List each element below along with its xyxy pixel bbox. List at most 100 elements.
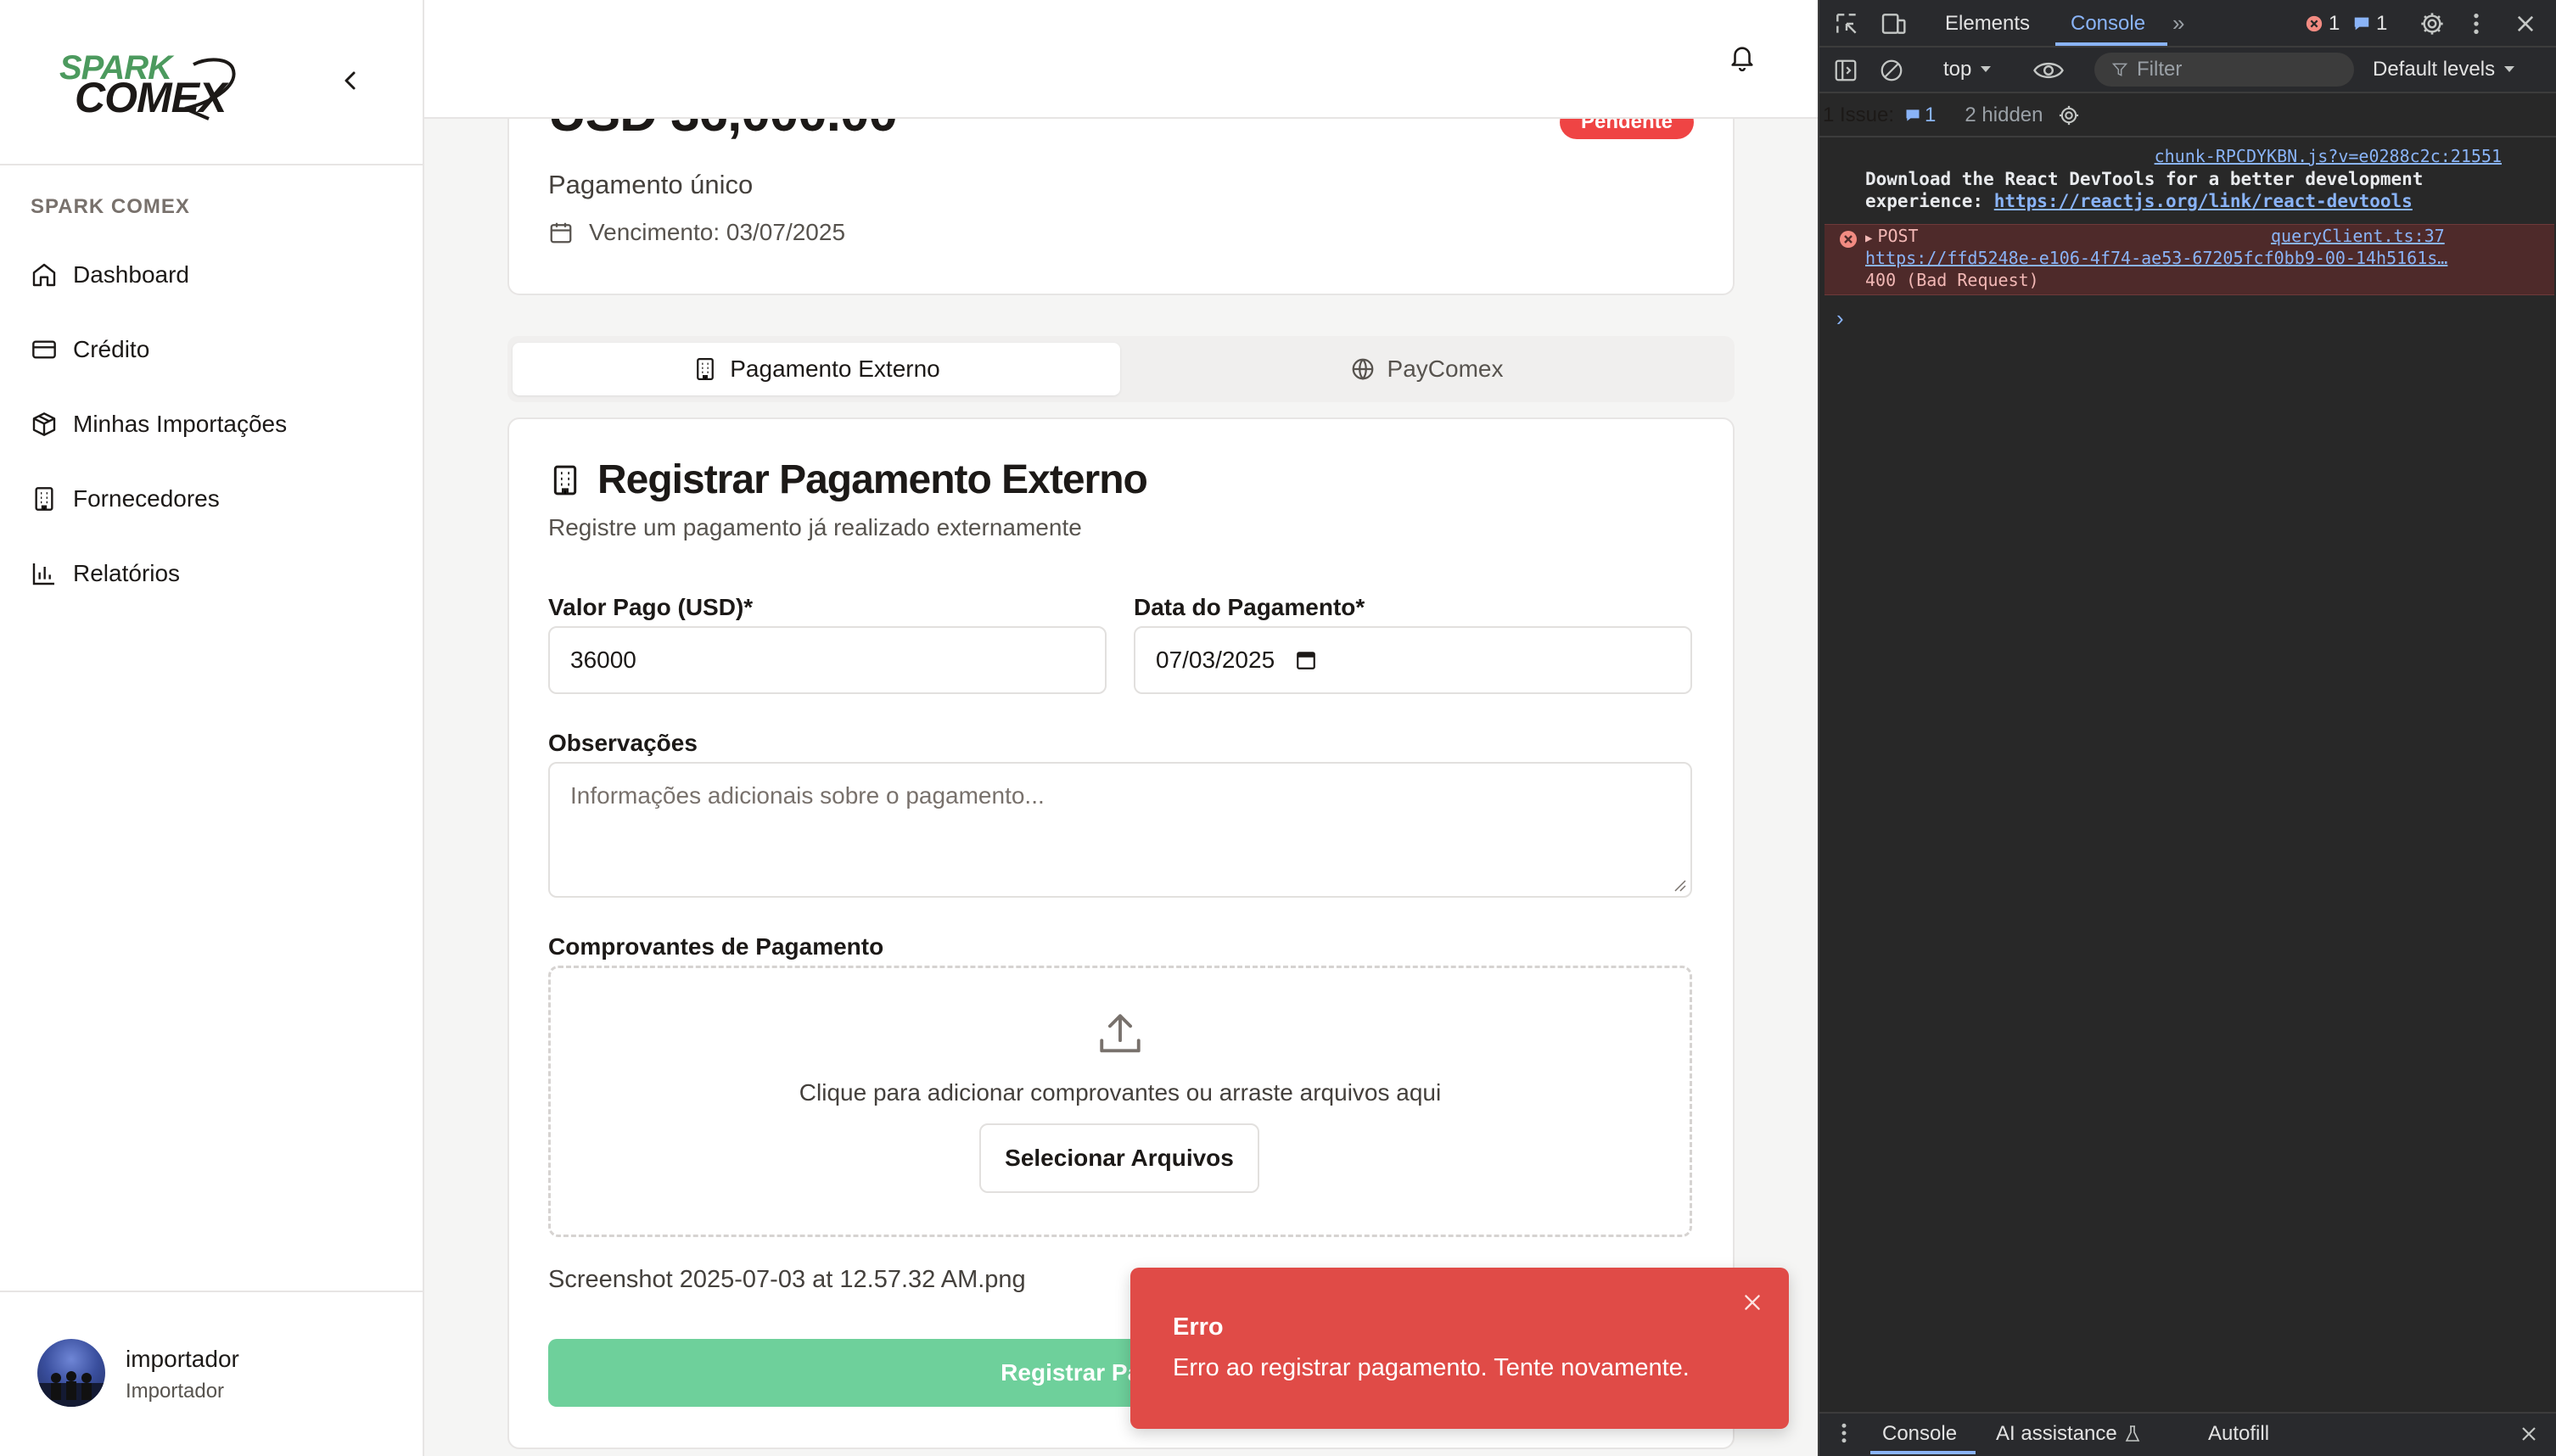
- error-count-badge[interactable]: 1: [2305, 12, 2340, 36]
- error-status: 400 (Bad Request): [1865, 270, 2039, 290]
- issue-count-badge[interactable]: 1: [2352, 12, 2387, 36]
- issues-settings-gear-icon[interactable]: [2057, 104, 2081, 127]
- close-icon[interactable]: [1741, 1291, 1763, 1313]
- user-name: importador: [126, 1346, 239, 1372]
- console-prompt[interactable]: ›: [1836, 305, 1844, 332]
- notes-label: Observações: [548, 730, 698, 756]
- console-log-message: Download the React DevTools for a better…: [1865, 168, 2536, 212]
- tab-label: Pagamento Externo: [730, 356, 940, 382]
- spark-comex-logo[interactable]: SPARK COMEX: [58, 49, 241, 122]
- sidebar-item-relatorios[interactable]: Relatórios: [31, 546, 395, 601]
- sidebar-item-label: Fornecedores: [73, 485, 220, 512]
- close-devtools-icon[interactable]: [2514, 12, 2537, 36]
- sidebar-item-label: Dashboard: [73, 261, 189, 288]
- sidebar-item-dashboard[interactable]: Dashboard: [31, 248, 395, 302]
- filter-icon: [2111, 63, 2128, 76]
- credit-card-icon: [32, 340, 56, 359]
- amount-input[interactable]: 36000: [548, 626, 1107, 694]
- tab-paycomex[interactable]: PayComex: [1124, 343, 1729, 395]
- resize-grip-icon[interactable]: [1672, 877, 1687, 893]
- devtools-tab-elements[interactable]: Elements: [1945, 12, 2030, 36]
- select-files-button[interactable]: Selecionar Arquivos: [979, 1123, 1259, 1193]
- error-toast: [1130, 1268, 1789, 1429]
- log-levels-dropdown[interactable]: Default levels: [2373, 58, 2515, 81]
- tab-pagamento-externo[interactable]: Pagamento Externo: [513, 343, 1120, 395]
- sidebar-item-minhas-importacoes[interactable]: Minhas Importações: [31, 397, 395, 451]
- collapse-sidebar-button[interactable]: [336, 66, 365, 95]
- amount-label: Valor Pago (USD)*: [548, 594, 754, 620]
- sidebar-item-credito[interactable]: Crédito: [31, 322, 395, 377]
- home-icon: [32, 263, 56, 287]
- avatar[interactable]: [37, 1339, 105, 1407]
- log-levels-value: Default levels: [2373, 58, 2496, 81]
- issues-label: 1 Issue:: [1823, 104, 1895, 126]
- context-selector[interactable]: top: [1943, 58, 1992, 81]
- device-toolbar-icon[interactable]: [1879, 10, 1908, 37]
- sidebar-divider: [0, 1291, 424, 1292]
- logo-comex-text: COMEX: [75, 74, 227, 121]
- amount-value: 36000: [570, 647, 636, 673]
- toast-title: Erro: [1173, 1313, 1224, 1341]
- drawer-tab-console[interactable]: Console: [1882, 1422, 1957, 1446]
- avatar-image-icon: [37, 1371, 105, 1407]
- building-icon: [697, 358, 715, 380]
- close-drawer-icon[interactable]: [2519, 1424, 2539, 1444]
- more-tabs-button[interactable]: »: [2172, 10, 2184, 36]
- devtools-tab-console[interactable]: Console: [2071, 12, 2145, 36]
- sidebar-divider: [0, 164, 424, 165]
- issue-message-icon: [2354, 17, 2369, 31]
- chevron-left-icon: [345, 71, 356, 90]
- expand-triangle-icon: ▶: [1865, 232, 1873, 245]
- issues-badge-count: 1: [1925, 104, 1937, 126]
- payment-date-label: Data do Pagamento*: [1134, 594, 1365, 620]
- package-icon: [32, 412, 56, 436]
- calendar-picker-icon[interactable]: [1295, 649, 1317, 671]
- notifications-button[interactable]: [1728, 42, 1757, 73]
- drawer-tab-ai-assistance[interactable]: AI assistance: [1996, 1422, 2141, 1446]
- drawer-tab-autofill[interactable]: Autofill: [2208, 1422, 2269, 1446]
- issue-count: 1: [2376, 12, 2388, 35]
- sidebar-item-fornecedores[interactable]: Fornecedores: [31, 472, 395, 526]
- more-options-icon[interactable]: [2469, 10, 2483, 37]
- attached-file-name: Screenshot 2025-07-03 at 12.57.32 AM.png: [548, 1266, 1026, 1293]
- dropdown-arrow-icon: [1981, 66, 1992, 72]
- devtools-panel: [1818, 0, 2556, 1456]
- sidebar-item-label: Relatórios: [73, 560, 181, 586]
- top-header: [424, 0, 1818, 119]
- building-icon: [553, 465, 577, 495]
- hidden-issues-label: 2 hidden: [1965, 104, 2043, 126]
- active-tab-indicator: [2055, 42, 2167, 46]
- error-count: 1: [2329, 12, 2340, 35]
- show-sidebar-icon[interactable]: [1833, 58, 1858, 83]
- flask-icon: [2125, 1425, 2140, 1442]
- error-icon: [1840, 231, 1857, 248]
- issue-message-icon: [1906, 109, 1920, 121]
- tab-label: PayComex: [1387, 356, 1504, 382]
- notes-placeholder: Informações adicionais sobre o pagamento…: [570, 782, 1045, 809]
- console-filter-input[interactable]: Filter: [2094, 53, 2354, 87]
- due-date: Vencimento: 03/07/2025: [589, 219, 846, 245]
- form-title-text: Registrar Pagamento Externo: [597, 457, 1148, 502]
- error-source-link[interactable]: queryClient.ts:37: [2271, 226, 2445, 246]
- error-icon: [2306, 15, 2323, 32]
- user-role: Importador: [126, 1380, 225, 1403]
- issues-summary[interactable]: 1 Issue: 1 2 hidden: [1823, 104, 2081, 127]
- live-expression-eye-icon[interactable]: [2033, 59, 2064, 81]
- due-date-row: Vencimento: 03/07/2025: [548, 219, 845, 246]
- log-source-link[interactable]: chunk-RPCDYKBN.js?v=e0288c2c:21551: [2118, 146, 2502, 166]
- upload-icon: [1100, 1014, 1141, 1053]
- react-devtools-link[interactable]: https://reactjs.org/link/react-devtools: [1994, 191, 2413, 211]
- inspect-element-icon[interactable]: [1833, 10, 1860, 37]
- payment-date-input[interactable]: 07/03/2025: [1134, 626, 1692, 694]
- clear-console-icon[interactable]: [1879, 58, 1904, 83]
- sidebar-item-label: Crédito: [73, 336, 150, 362]
- notes-textarea[interactable]: Informações adicionais sobre o pagamento…: [548, 762, 1692, 898]
- filter-placeholder: Filter: [2137, 58, 2183, 81]
- toast-message: Erro ao registrar pagamento. Tente novam…: [1173, 1354, 1690, 1381]
- error-request-url[interactable]: https://ffd5248e-e106-4f74-ae53-67205fcf…: [1865, 248, 2510, 268]
- error-request-method[interactable]: ▶ POST: [1865, 226, 1919, 246]
- settings-gear-icon[interactable]: [2419, 10, 2446, 37]
- drawer-more-icon[interactable]: [1838, 1420, 1850, 1446]
- form-subtitle: Registre um pagamento já realizado exter…: [548, 514, 1082, 540]
- globe-icon: [1352, 358, 1373, 380]
